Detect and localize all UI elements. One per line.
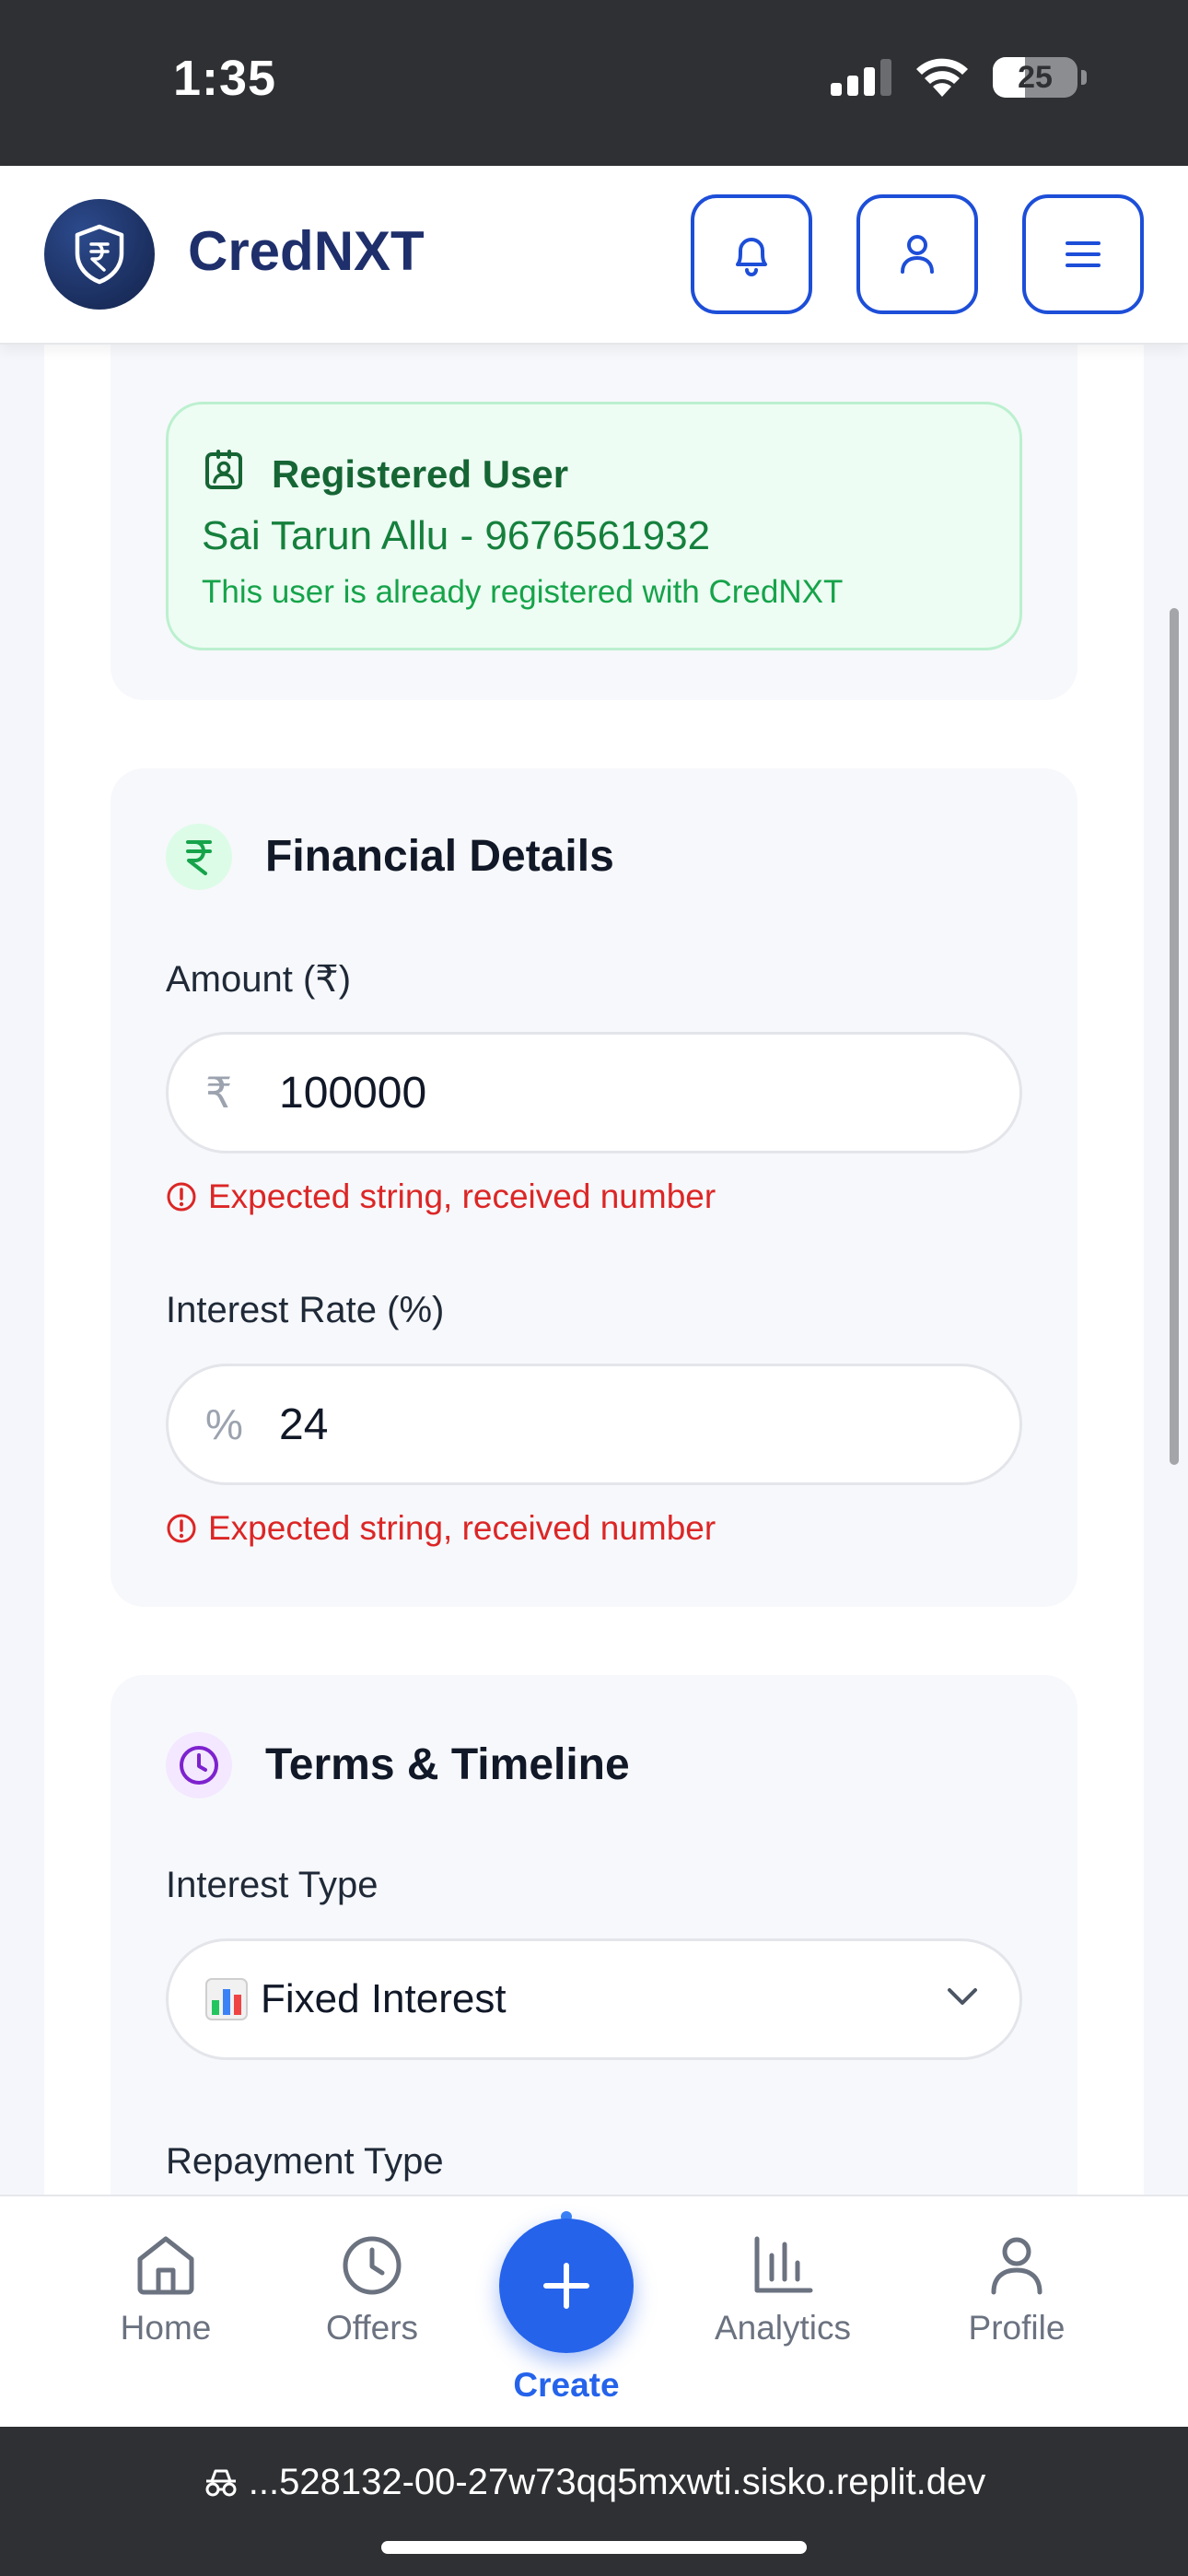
form-content: Registered User Sai Tarun Allu - 9676561… — [44, 345, 1144, 2196]
app-logo[interactable] — [44, 199, 155, 310]
browser-url-bar[interactable]: ...528132-00-27w73qq5mxwti.sisko.replit.… — [0, 2427, 1188, 2576]
interest-type-label: Interest Type — [166, 1865, 379, 1905]
user-icon — [901, 235, 934, 274]
terms-section-icon — [166, 1732, 232, 1798]
nav-offers-label: Offers — [325, 2309, 419, 2347]
incognito-icon — [205, 2469, 237, 2496]
brand-name: CredNXT — [188, 220, 425, 282]
interest-rate-error-text: Expected string, received number — [208, 1509, 716, 1547]
plus-icon — [543, 2263, 589, 2309]
status-bar: 1:35 25 — [0, 0, 1188, 166]
nav-create-label[interactable]: Create — [0, 2366, 1133, 2405]
menu-icon — [1066, 241, 1101, 267]
error-icon — [167, 1514, 196, 1543]
status-time: 1:35 — [173, 51, 277, 106]
status-icons: 25 — [831, 57, 1087, 98]
home-indicator[interactable] — [381, 2541, 807, 2554]
registered-user-note: This user is already registered with Cre… — [202, 574, 844, 610]
nav-profile[interactable]: Profile — [934, 2235, 1100, 2348]
nav-home[interactable]: Home — [83, 2235, 249, 2348]
id-badge-icon — [205, 450, 242, 489]
terms-timeline-title: Terms & Timeline — [265, 1740, 630, 1789]
app-header: CredNXT — [0, 166, 1188, 345]
registered-user-name: Sai Tarun Allu - 9676561932 — [202, 513, 711, 558]
url-text: ...528132-00-27w73qq5mxwti.sisko.replit.… — [248, 2462, 986, 2502]
interest-rate-input[interactable]: % 24 — [166, 1364, 1022, 1485]
nav-analytics[interactable]: Analytics — [700, 2235, 866, 2348]
interest-type-select[interactable]: Fixed Interest — [166, 1938, 1022, 2060]
amount-input[interactable]: ₹ 100000 — [166, 1032, 1022, 1153]
financial-details-title: Financial Details — [265, 832, 614, 881]
nav-analytics-label: Analytics — [714, 2309, 852, 2347]
amount-value: 100000 — [279, 1069, 427, 1118]
chart-emoji-icon — [205, 1978, 248, 2020]
amount-prefix: ₹ — [205, 1069, 233, 1117]
signal-icon — [831, 59, 891, 96]
notifications-button[interactable] — [691, 194, 812, 314]
profile-icon — [991, 2237, 1042, 2295]
nav-home-label: Home — [120, 2309, 212, 2347]
battery-indicator: 25 — [993, 57, 1077, 98]
error-icon — [167, 1182, 196, 1212]
repayment-type-label: Repayment Type — [166, 2141, 444, 2182]
battery-tip — [1081, 70, 1087, 85]
amount-error: Expected string, received number — [166, 1177, 716, 1216]
amount-label: Amount (₹) — [166, 959, 352, 1000]
analytics-icon — [754, 2236, 813, 2293]
shield-rupee-icon — [75, 224, 124, 285]
bottom-navigation: Home Offers Create Analytics Profile — [0, 2195, 1188, 2427]
clock-icon — [343, 2236, 402, 2295]
menu-button[interactable] — [1022, 194, 1144, 314]
terms-timeline-card: Terms & Timeline Interest Type Fixed Int… — [111, 1675, 1077, 2196]
interest-type-value: Fixed Interest — [261, 1976, 507, 2021]
account-button[interactable] — [856, 194, 978, 314]
url-display[interactable]: ...528132-00-27w73qq5mxwti.sisko.replit.… — [0, 2462, 1188, 2503]
registered-user-box: Registered User Sai Tarun Allu - 9676561… — [166, 402, 1022, 650]
home-icon — [137, 2236, 194, 2295]
interest-rate-error: Expected string, received number — [166, 1509, 716, 1548]
interest-rate-label: Interest Rate (%) — [166, 1290, 445, 1330]
page-scrollbar[interactable] — [1170, 608, 1179, 1465]
wifi-icon — [916, 58, 968, 97]
interest-rate-prefix: % — [205, 1400, 243, 1448]
clock-icon — [180, 1746, 218, 1785]
financial-section-icon — [166, 824, 232, 890]
nav-offers[interactable]: Offers — [289, 2235, 455, 2348]
bell-icon — [736, 238, 767, 276]
create-button[interactable] — [499, 2219, 634, 2353]
recipient-card: Registered User Sai Tarun Allu - 9676561… — [111, 345, 1077, 700]
nav-profile-label: Profile — [968, 2309, 1066, 2347]
battery-level: 25 — [1018, 59, 1053, 95]
financial-details-card: Financial Details Amount (₹) ₹ 100000 Ex… — [111, 768, 1077, 1607]
interest-rate-value: 24 — [279, 1400, 329, 1449]
interest-type-selected: Fixed Interest — [205, 1976, 507, 2022]
chevron-down-icon — [948, 1988, 977, 2005]
rupee-icon — [186, 840, 212, 875]
amount-error-text: Expected string, received number — [208, 1177, 716, 1215]
registered-user-title: Registered User — [272, 452, 569, 496]
